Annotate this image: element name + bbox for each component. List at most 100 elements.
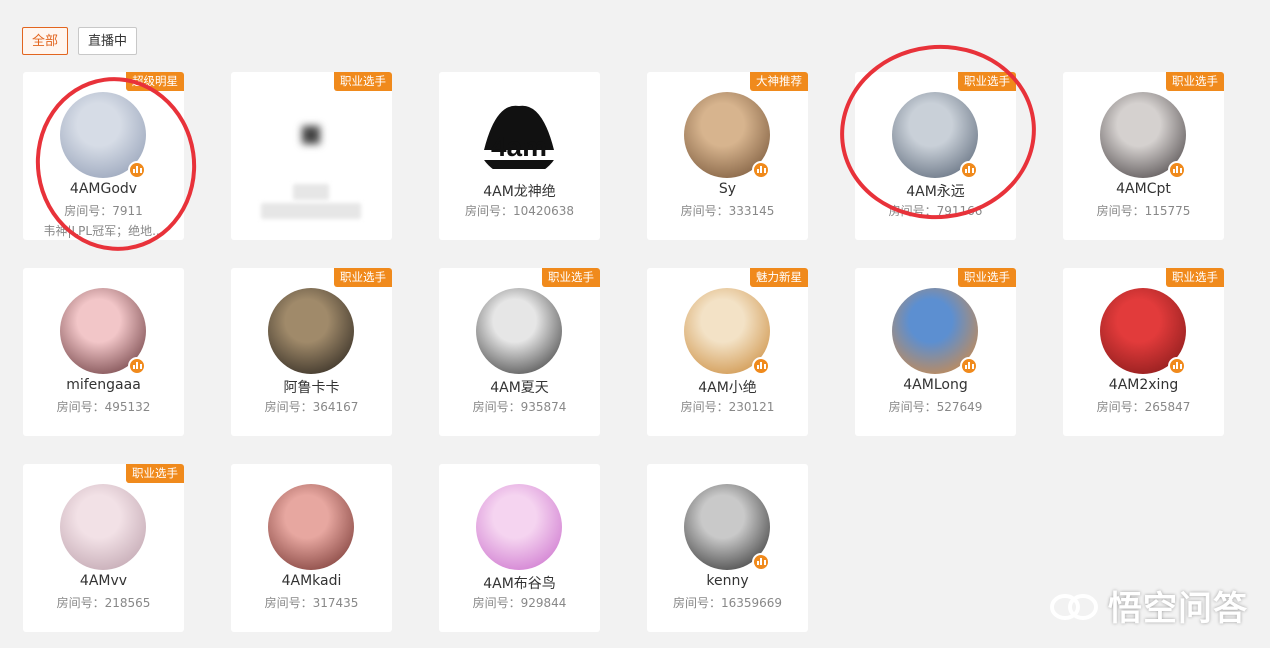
room-number: 房间号：7911 [23,202,184,219]
room-value: 230121 [728,400,775,414]
room-value: 218565 [104,596,151,610]
streamer-card[interactable]: 4am 4AM龙神绝 房间号：10420638 [439,72,600,240]
streamer-badge: 超级明星 [126,72,184,91]
room-label: 房间号： [1096,400,1145,414]
room-value: 495132 [104,400,151,414]
streamer-card[interactable]: 职业选手 4AM永远 房间号：791166 [855,72,1016,240]
room-number: 房间号：115775 [1063,202,1224,219]
streamer-name[interactable]: mifengaaa [23,377,184,393]
streamer-name[interactable]: 阿鲁卡卡 [231,377,392,397]
live-indicator-icon [960,357,978,375]
live-indicator-icon [752,357,770,375]
room-value: 16359669 [720,596,783,610]
streamer-card[interactable]: 职业选手 4AM2xing 房间号：265847 [1063,268,1224,436]
room-number: 房间号：527649 [855,398,1016,415]
streamer-name[interactable]: Sy [647,181,808,197]
live-indicator-icon [752,161,770,179]
room-value: 115775 [1144,204,1191,218]
room-number: 房间号：364167 [231,398,392,415]
team-logo-icon: 4am [482,105,556,169]
room-number: 房间号：265847 [1063,398,1224,415]
room-number: 房间号：230121 [647,398,808,415]
room-label: 房间号： [472,400,521,414]
streamer-name[interactable]: 4AM夏天 [439,377,600,397]
room-value: 7911 [112,204,143,218]
room-label: 房间号： [888,204,937,218]
streamer-name[interactable]: 4AMCpt [1063,181,1224,197]
live-indicator-icon [128,161,146,179]
live-indicator-icon [1168,357,1186,375]
filter-tab[interactable]: 全部 [22,27,69,55]
streamer-name[interactable]: 4AMLong [855,377,1016,393]
streamer-card[interactable]: 职业选手 阿鲁卡卡 房间号：364167 [231,268,392,436]
streamer-name[interactable]: 4AMvv [23,573,184,589]
blurred-text [293,184,329,200]
avatar[interactable] [268,484,354,570]
streamer-name[interactable]: 4AM2xing [1063,377,1224,393]
room-value: 935874 [520,400,567,414]
svg-text:4am: 4am [491,131,547,162]
streamer-card[interactable]: 职业选手 4AMCpt 房间号：115775 [1063,72,1224,240]
room-value: 527649 [936,400,983,414]
filter-tab[interactable]: 直播中 [78,27,138,55]
streamer-description: 韦神|LPL冠军；绝地... [43,224,164,238]
streamer-card[interactable]: 魅力新星 4AM小绝 房间号：230121 [647,268,808,436]
room-value: 791166 [936,204,983,218]
live-indicator-icon [960,161,978,179]
room-label: 房间号： [64,204,113,218]
room-label: 房间号： [56,596,105,610]
room-number: 房间号：929844 [439,594,600,611]
streamer-badge: 职业选手 [334,268,392,287]
room-value: 364167 [312,400,359,414]
room-value: 265847 [1144,400,1191,414]
streamer-card[interactable]: kenny 房间号：16359669 [647,464,808,632]
live-indicator-icon [752,553,770,571]
streamer-card[interactable]: 职业选手 4AMvv 房间号：218565 [23,464,184,632]
streamer-name[interactable]: kenny [647,573,808,589]
streamer-badge: 职业选手 [1166,268,1224,287]
streamer-card[interactable]: 职业选手 4AM夏天 房间号：935874 [439,268,600,436]
room-label: 房间号： [56,400,105,414]
avatar[interactable] [60,484,146,570]
room-number: 房间号：218565 [23,594,184,611]
avatar[interactable] [268,92,354,178]
live-indicator-icon [1168,161,1186,179]
avatar[interactable] [268,288,354,374]
room-number: 房间号：16359669 [647,594,808,611]
streamer-name[interactable]: 4AM小绝 [647,377,808,397]
room-number: 房间号：935874 [439,398,600,415]
streamer-name[interactable]: 4AMkadi [231,573,392,589]
avatar[interactable] [476,288,562,374]
avatar[interactable]: 4am [476,92,562,178]
room-number: 房间号：333145 [647,202,808,219]
streamer-badge: 职业选手 [126,464,184,483]
room-label: 房间号： [464,204,513,218]
room-label: 房间号： [264,596,313,610]
streamer-name[interactable]: 4AMGodv [23,181,184,197]
streamer-card[interactable]: 4AM布谷鸟 房间号：929844 [439,464,600,632]
streamer-name[interactable]: 4AM永远 [855,181,1016,201]
streamer-badge: 职业选手 [958,72,1016,91]
streamer-name[interactable]: 4AM布谷鸟 [439,573,600,593]
blurred-text [261,203,361,219]
streamer-badge: 职业选手 [334,72,392,91]
room-value: 317435 [312,596,359,610]
streamer-card[interactable]: 职业选手 4AMLong 房间号：527649 [855,268,1016,436]
room-label: 房间号： [1096,204,1145,218]
streamer-badge: 职业选手 [958,268,1016,287]
room-number: 房间号：791166 [855,202,1016,219]
streamer-card[interactable]: 超级明星 4AMGodv 房间号：7911 韦神|LPL冠军；绝地... [23,72,184,240]
room-label: 房间号： [264,400,313,414]
streamer-card[interactable]: 大神推荐 Sy 房间号：333145 [647,72,808,240]
room-number: 房间号：317435 [231,594,392,611]
streamer-badge: 魅力新星 [750,268,808,287]
avatar[interactable] [476,484,562,570]
room-label: 房间号： [680,204,729,218]
room-label: 房间号： [680,400,729,414]
streamer-card[interactable]: mifengaaa 房间号：495132 [23,268,184,436]
streamer-name[interactable]: 4AM龙神绝 [439,181,600,201]
streamer-card[interactable]: 4AMkadi 房间号：317435 [231,464,392,632]
watermark: 悟空问答 [1048,581,1248,630]
streamer-card[interactable]: 职业选手 [231,72,392,240]
filter-bar: 全部 直播中 [22,27,138,55]
